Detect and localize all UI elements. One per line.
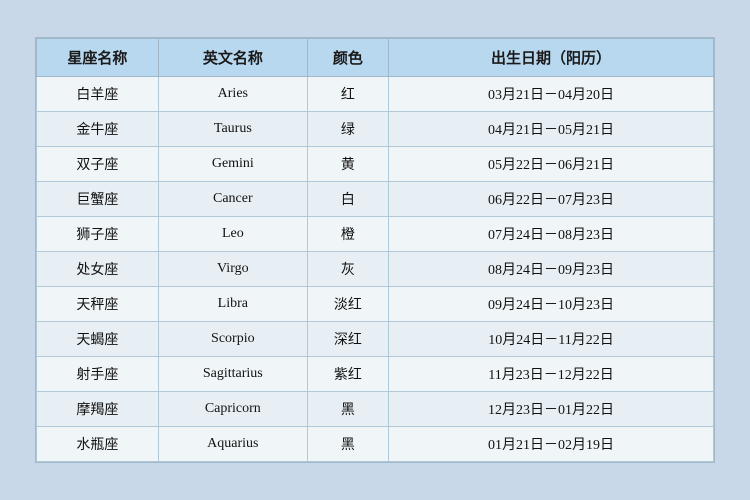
- cell-date: 05月22日－06月21日: [389, 147, 714, 182]
- cell-date: 04月21日－05月21日: [389, 112, 714, 147]
- zodiac-table: 星座名称 英文名称 颜色 出生日期（阳历） 白羊座Aries红03月21日－04…: [36, 38, 714, 462]
- header-color: 颜色: [307, 39, 388, 77]
- cell-color: 橙: [307, 217, 388, 252]
- cell-english: Aries: [158, 77, 307, 112]
- table-row: 金牛座Taurus绿04月21日－05月21日: [37, 112, 714, 147]
- cell-english: Scorpio: [158, 322, 307, 357]
- cell-date: 10月24日－11月22日: [389, 322, 714, 357]
- table-row: 处女座Virgo灰08月24日－09月23日: [37, 252, 714, 287]
- table-row: 天秤座Libra淡红09月24日－10月23日: [37, 287, 714, 322]
- cell-date: 07月24日－08月23日: [389, 217, 714, 252]
- cell-date: 06月22日－07月23日: [389, 182, 714, 217]
- cell-chinese: 射手座: [37, 357, 159, 392]
- cell-color: 灰: [307, 252, 388, 287]
- cell-english: Aquarius: [158, 427, 307, 462]
- cell-english: Sagittarius: [158, 357, 307, 392]
- cell-chinese: 白羊座: [37, 77, 159, 112]
- cell-color: 深红: [307, 322, 388, 357]
- cell-color: 红: [307, 77, 388, 112]
- cell-english: Gemini: [158, 147, 307, 182]
- cell-color: 绿: [307, 112, 388, 147]
- zodiac-table-container: 星座名称 英文名称 颜色 出生日期（阳历） 白羊座Aries红03月21日－04…: [35, 37, 715, 463]
- cell-chinese: 处女座: [37, 252, 159, 287]
- cell-english: Cancer: [158, 182, 307, 217]
- cell-color: 白: [307, 182, 388, 217]
- cell-chinese: 天蝎座: [37, 322, 159, 357]
- header-date: 出生日期（阳历）: [389, 39, 714, 77]
- cell-date: 01月21日－02月19日: [389, 427, 714, 462]
- cell-date: 12月23日－01月22日: [389, 392, 714, 427]
- cell-date: 03月21日－04月20日: [389, 77, 714, 112]
- table-row: 水瓶座Aquarius黑01月21日－02月19日: [37, 427, 714, 462]
- header-english: 英文名称: [158, 39, 307, 77]
- cell-color: 黑: [307, 427, 388, 462]
- cell-chinese: 水瓶座: [37, 427, 159, 462]
- table-row: 摩羯座Capricorn黑12月23日－01月22日: [37, 392, 714, 427]
- table-row: 双子座Gemini黄05月22日－06月21日: [37, 147, 714, 182]
- cell-english: Leo: [158, 217, 307, 252]
- cell-color: 黄: [307, 147, 388, 182]
- cell-chinese: 巨蟹座: [37, 182, 159, 217]
- cell-chinese: 天秤座: [37, 287, 159, 322]
- cell-english: Capricorn: [158, 392, 307, 427]
- cell-english: Libra: [158, 287, 307, 322]
- cell-english: Virgo: [158, 252, 307, 287]
- table-row: 狮子座Leo橙07月24日－08月23日: [37, 217, 714, 252]
- cell-chinese: 双子座: [37, 147, 159, 182]
- table-header-row: 星座名称 英文名称 颜色 出生日期（阳历）: [37, 39, 714, 77]
- cell-date: 09月24日－10月23日: [389, 287, 714, 322]
- cell-chinese: 金牛座: [37, 112, 159, 147]
- cell-date: 11月23日－12月22日: [389, 357, 714, 392]
- cell-chinese: 摩羯座: [37, 392, 159, 427]
- cell-date: 08月24日－09月23日: [389, 252, 714, 287]
- cell-color: 黑: [307, 392, 388, 427]
- table-row: 白羊座Aries红03月21日－04月20日: [37, 77, 714, 112]
- cell-english: Taurus: [158, 112, 307, 147]
- cell-chinese: 狮子座: [37, 217, 159, 252]
- cell-color: 淡红: [307, 287, 388, 322]
- table-row: 巨蟹座Cancer白06月22日－07月23日: [37, 182, 714, 217]
- cell-color: 紫红: [307, 357, 388, 392]
- table-row: 射手座Sagittarius紫红11月23日－12月22日: [37, 357, 714, 392]
- table-row: 天蝎座Scorpio深红10月24日－11月22日: [37, 322, 714, 357]
- header-chinese: 星座名称: [37, 39, 159, 77]
